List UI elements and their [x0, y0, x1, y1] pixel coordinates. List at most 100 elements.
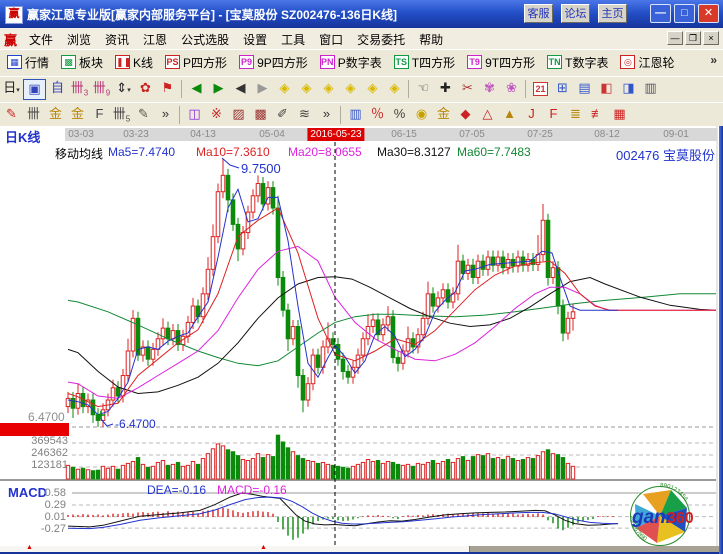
9p-square-button[interactable]: P99P四方形 [234, 51, 313, 73]
pan-hand-button[interactable]: ☜ [413, 79, 434, 98]
step-forward-button[interactable]: ▶ [252, 79, 273, 98]
jump-start-button[interactable]: ◀ [186, 79, 207, 98]
gann-angle-3-button[interactable]: ◈ [318, 79, 339, 98]
menu-item-工具[interactable]: 工具 [274, 28, 312, 48]
gann-angle-1-button[interactable]: ◈ [274, 79, 295, 98]
p-square-button[interactable]: PSP四方形 [160, 51, 232, 73]
toolbar-overflow-chevron[interactable]: » [710, 53, 717, 67]
kline-chart[interactable]: 890123456234567890gann360 [0, 126, 723, 546]
j-line-tool[interactable]: J [521, 105, 542, 124]
titlebar-button-3[interactable]: 主页 [598, 4, 627, 23]
gold-grid-tool-1[interactable]: 金 [45, 105, 66, 124]
save-web-button[interactable]: ◨ [618, 79, 639, 98]
titlebar-button-1[interactable]: 客服 [524, 4, 553, 23]
gold-channel-tool[interactable]: ≣ [565, 105, 586, 124]
title-bar[interactable]: 赢 赢家江恩专业版[赢家内部服务平台] - [宝莫股份 SZ002476-136… [0, 0, 723, 28]
gann-angle-4-button[interactable]: ◈ [340, 79, 361, 98]
maximize-button[interactable]: □ [674, 4, 695, 23]
candle-style-dropdown[interactable]: ⇕▾ [113, 79, 134, 98]
low-axis-label: 6.4700 [28, 410, 65, 424]
bars-9-tool-button-icon: 卌 [93, 80, 106, 95]
vol-profile-tool[interactable]: ▥ [345, 105, 366, 124]
calendar-button[interactable]: 21 [530, 79, 551, 98]
cloud-tool-button[interactable]: ❀ [501, 79, 522, 98]
step-back-button[interactable]: ◀ [230, 79, 251, 98]
percent-tool[interactable]: % [389, 105, 410, 124]
mdi-close-button[interactable]: × [703, 31, 719, 45]
menu-item-资讯[interactable]: 资讯 [98, 28, 136, 48]
quotes-button[interactable]: ▦行情 [2, 51, 54, 73]
print-button[interactable]: ▥ [640, 79, 661, 98]
shade-box-tool-1[interactable]: ▨ [228, 105, 249, 124]
period-day-dropdown[interactable]: 日▾ [1, 79, 22, 98]
step-line-tool[interactable]: ≢ [587, 105, 608, 124]
ma-legend-item: Ma10=7.3610 [196, 145, 270, 159]
calculator-button[interactable]: ⊞ [552, 79, 573, 98]
minimize-button[interactable]: — [650, 4, 671, 23]
self-select-button[interactable]: 自 [47, 79, 68, 98]
ray-fan-tool[interactable]: ※ [206, 105, 227, 124]
gann360-logo: 890123456234567890gann360 [629, 483, 694, 546]
close-button[interactable]: ✕ [698, 4, 719, 23]
cloud-tool-button-icon: ❀ [506, 80, 517, 95]
pattern-tool-button[interactable]: ✿ [135, 79, 156, 98]
wave-tool[interactable]: ≋ [294, 105, 315, 124]
gold-grid-tool-2[interactable]: 金 [67, 105, 88, 124]
f-line-tool[interactable]: F [543, 105, 564, 124]
window-layout-button[interactable]: ▣ [23, 79, 46, 100]
sectors-button[interactable]: ▩板块 [56, 51, 108, 73]
color-flag-button[interactable]: ⚑ [157, 79, 178, 98]
chart-area[interactable]: 890123456234567890gann360 日K线 03-0303-23… [0, 126, 723, 554]
gann-angle-2-button[interactable]: ◈ [296, 79, 317, 98]
menu-item-帮助[interactable]: 帮助 [412, 28, 450, 48]
menu-item-窗口[interactable]: 窗口 [312, 28, 350, 48]
menu-item-公式选股[interactable]: 公式选股 [174, 28, 236, 48]
gold-lines-tool[interactable]: 金 [433, 105, 454, 124]
fib-tool[interactable]: F [89, 105, 110, 124]
grid-5-tool[interactable]: 卌5 [111, 105, 132, 124]
pct-box-tool[interactable]: ％ [367, 105, 388, 124]
notepad-button[interactable]: ▤ [574, 79, 595, 98]
more-tools-2[interactable]: » [316, 105, 337, 124]
t-digit-table-button[interactable]: TNT数字表 [542, 51, 613, 73]
brush-dark-tool[interactable]: ✎ [133, 105, 154, 124]
bars-9-tool-button[interactable]: 卌9 [91, 79, 112, 98]
bars-3-tool-button[interactable]: 卌3 [69, 79, 90, 98]
pen-tool[interactable]: ✐ [272, 105, 293, 124]
tri-red-tool[interactable]: △ [477, 105, 498, 124]
menu-item-文件[interactable]: 文件 [22, 28, 60, 48]
gann-angle-5-button[interactable]: ◈ [362, 79, 383, 98]
gold-circle-tool[interactable]: ◉ [411, 105, 432, 124]
gann-wheel-button[interactable]: ◎江恩轮 [615, 51, 679, 73]
mdi-minimize-button[interactable]: — [667, 31, 683, 45]
mdi-restore-button[interactable]: ❐ [685, 31, 701, 45]
menu-item-设置[interactable]: 设置 [236, 28, 274, 48]
titlebar-button-2[interactable]: 论坛 [561, 4, 590, 23]
menu-item-交易委托[interactable]: 交易委托 [350, 28, 412, 48]
gann-box-tool[interactable]: ◫ [184, 105, 205, 124]
gann-angle-6-button[interactable]: ◈ [384, 79, 405, 98]
band-tool[interactable]: ▦ [609, 105, 630, 124]
gold-tri-tool[interactable]: ▲ [499, 105, 520, 124]
marker-tool[interactable]: ◆ [455, 105, 476, 124]
window-layout-button-icon: ▣ [28, 81, 40, 96]
menu-item-江恩[interactable]: 江恩 [136, 28, 174, 48]
save-button[interactable]: ◧ [596, 79, 617, 98]
t-square-button[interactable]: TST四方形 [389, 51, 460, 73]
more-tools-1[interactable]: » [155, 105, 176, 124]
measure-tool-button[interactable]: ✂ [457, 79, 478, 98]
9t-square-button[interactable]: T99T四方形 [462, 51, 540, 73]
jump-end-button[interactable]: ▶ [208, 79, 229, 98]
p-digit-table-button[interactable]: PNP数字表 [315, 51, 387, 73]
grid-lines-tool[interactable]: 卌 [23, 105, 44, 124]
date-axis[interactable]: 03-0303-2304-1305-042016-05-2306-1507-05… [65, 128, 717, 141]
shade-box-tool-2-icon: ▩ [254, 106, 266, 121]
brush-red-tool[interactable]: ✎ [1, 105, 22, 124]
kline-button[interactable]: ❚❚K线 [110, 51, 158, 73]
crosshair-button[interactable]: ✚ [435, 79, 456, 98]
festival-tool-button[interactable]: ✾ [479, 79, 500, 98]
menu-item-浏览[interactable]: 浏览 [60, 28, 98, 48]
gold-tri-tool-icon: ▲ [503, 106, 516, 121]
dea-value-label: DEA=-0.16 [147, 483, 206, 497]
shade-box-tool-2[interactable]: ▩ [250, 105, 271, 124]
